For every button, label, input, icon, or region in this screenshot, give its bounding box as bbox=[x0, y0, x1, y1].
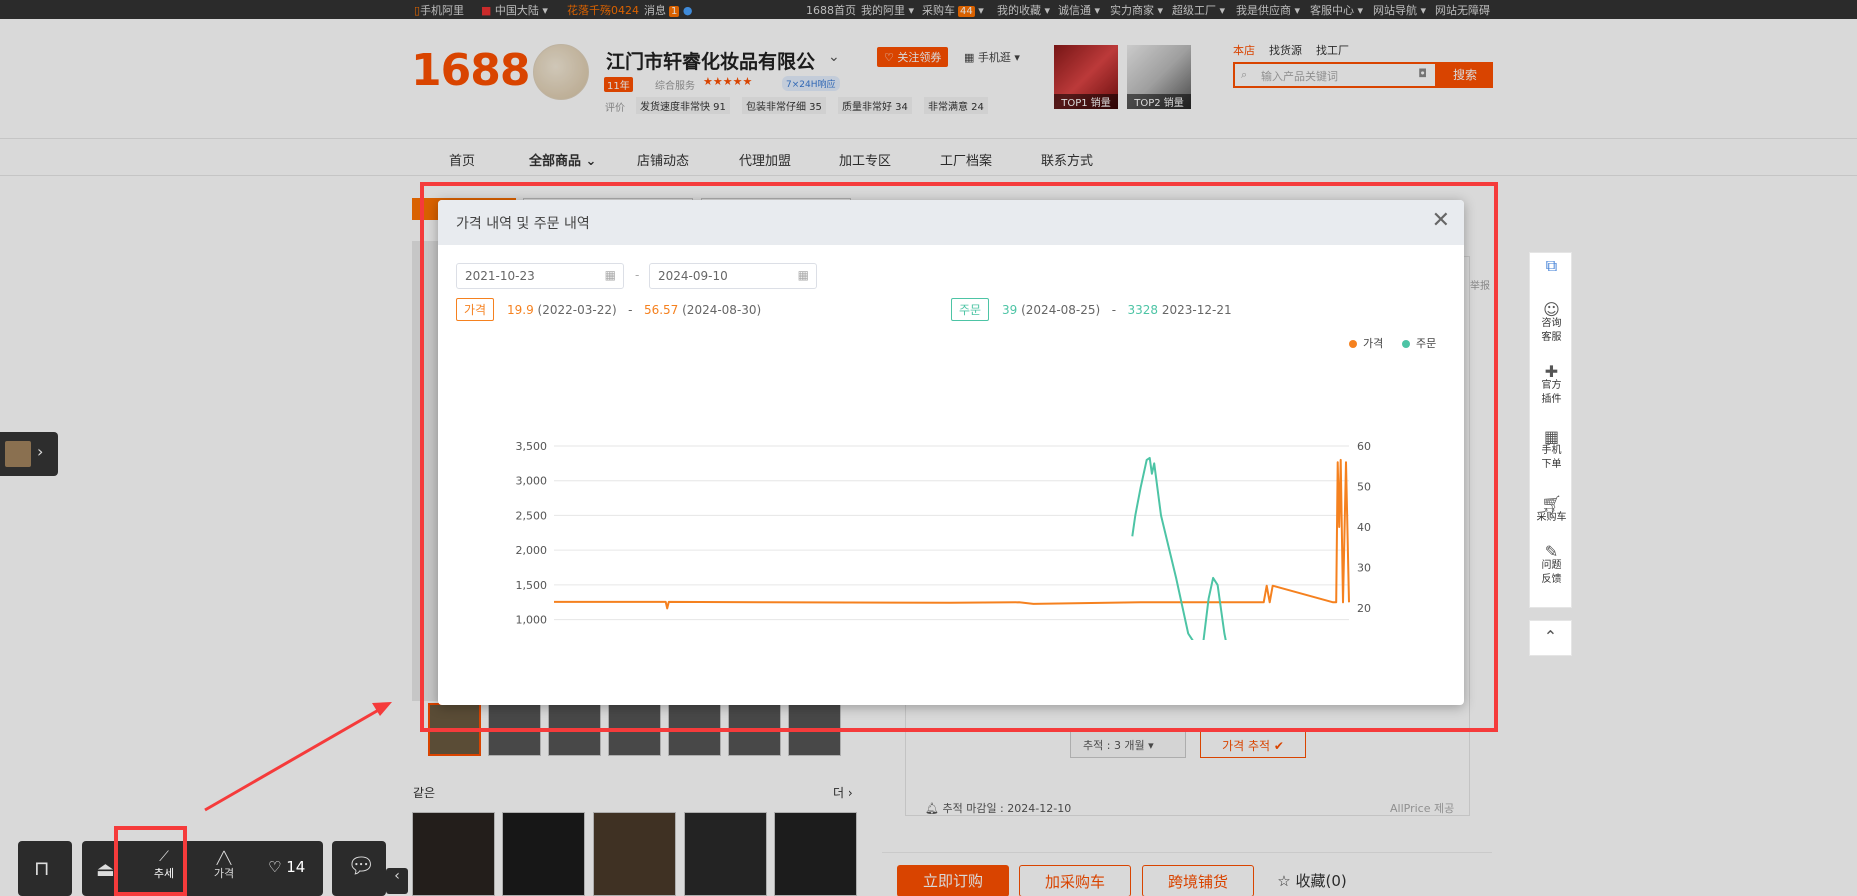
scroll-top-button[interactable]: ⌃ bbox=[1529, 620, 1572, 656]
chevron-up-icon: ⌃ bbox=[1543, 627, 1558, 646]
cart-icon: 🛒︎ bbox=[1541, 494, 1562, 513]
qrcode-icon: ▦ bbox=[1543, 427, 1560, 446]
sidebar-item-plugin[interactable]: ✚ 官方 插件 bbox=[1530, 362, 1573, 407]
highlight-box bbox=[114, 826, 187, 896]
sidebar-item-cart[interactable]: 🛒︎ 采购车 bbox=[1530, 494, 1573, 525]
edit-icon: ✎ bbox=[1544, 542, 1559, 561]
chat-icon: 💬︎ bbox=[347, 854, 375, 879]
translate-icon: ⧉ bbox=[1545, 256, 1558, 275]
price-tab[interactable]: ╱╲ 가격 bbox=[204, 851, 244, 881]
floating-product-thumb[interactable]: › bbox=[0, 432, 58, 476]
chevron-left-icon: ‹ bbox=[394, 868, 400, 884]
toolbar-bag-button[interactable]: ⊓ bbox=[18, 841, 72, 896]
bag-icon: ⊓ bbox=[34, 856, 50, 880]
product-thumb-image bbox=[5, 441, 31, 467]
collapse-toolbar-button[interactable]: ‹ bbox=[386, 868, 408, 894]
right-sidebar: ⧉ ☺ 咨询 客服 ✚ 官方 插件 ▦ 手机 下单 🛒︎ 采购车 ✎ 问题 反馈 bbox=[1529, 252, 1572, 608]
toolbar-chat-button[interactable]: 💬︎ bbox=[332, 841, 386, 896]
highlight-box bbox=[420, 182, 1498, 732]
sidebar-item-mobile[interactable]: ▦ 手机 下单 bbox=[1530, 427, 1573, 472]
favorite-count[interactable]: ♡ 14 bbox=[268, 858, 305, 876]
eject-icon[interactable]: ⏏︎ bbox=[96, 857, 115, 881]
headset-icon: ☺ bbox=[1543, 300, 1560, 319]
puzzle-icon: ✚ bbox=[1544, 362, 1559, 381]
price-wave-icon: ╱╲ bbox=[216, 851, 232, 865]
sidebar-item-service[interactable]: ☺ 咨询 客服 bbox=[1530, 300, 1573, 345]
heart-icon: ♡ bbox=[268, 858, 282, 876]
chevron-right-icon: › bbox=[37, 442, 44, 461]
sidebar-item-feedback[interactable]: ✎ 问题 反馈 bbox=[1530, 542, 1573, 587]
